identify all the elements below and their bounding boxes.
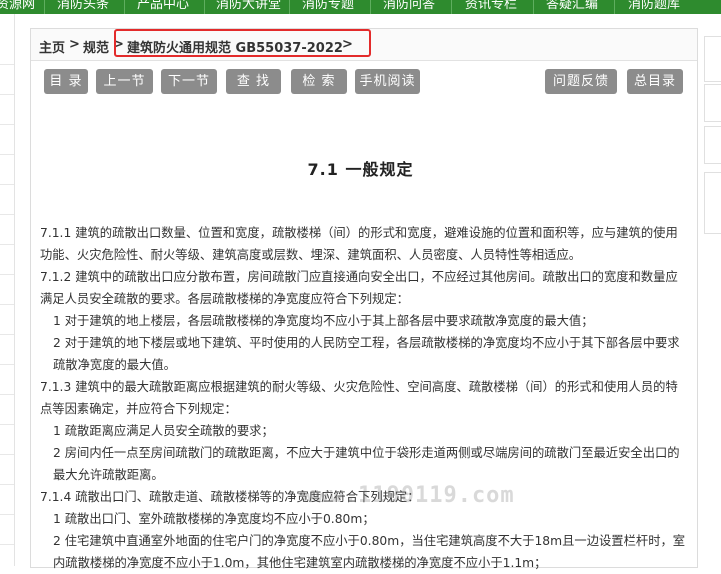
list-divider [0,544,14,545]
list-divider [0,244,14,245]
paragraph: 7.1.2 建筑中的疏散出口应分散布置，房间疏散门应直接通向安全出口，不应经过其… [40,270,678,306]
list-divider [0,334,14,335]
list-divider [0,424,14,425]
nav-separator [44,0,45,14]
list-divider [0,274,14,275]
paragraph: 2 房间内任一点至房间疏散门的疏散距离，不应大于建筑中位于袋形走道两侧或尽端房间… [53,446,680,482]
article-content: 7.1.1 建筑的疏散出口数量、位置和宽度，疏散楼梯（间）的形式和宽度，避难设施… [40,222,690,574]
nav-separator [451,0,452,14]
next-section-button[interactable]: 下一节 [161,69,217,94]
nav-item-headlines[interactable]: 消防头条 [57,0,109,14]
watermark: www.1190119.com [301,483,515,508]
list-divider [0,514,14,515]
paragraph: 2 住宅建筑中直通室外地面的住宅户门的净宽度不应小于0.80m，当住宅建筑高度不… [53,534,686,570]
right-sidebar-box[interactable] [704,36,721,82]
nav-item-qa[interactable]: 消防问答 [383,0,435,14]
search-button[interactable]: 检 索 [291,69,347,94]
breadcrumb-separator: > [69,37,80,52]
paragraph: 7.1.3 建筑中的最大疏散距离应根据建筑的耐火等级、火灾危险性、空间高度、疏散… [40,380,678,416]
breadcrumb-highlight [114,29,371,57]
contents-button[interactable]: 目 录 [44,69,88,94]
right-sidebar-box[interactable] [704,126,721,164]
prev-section-button[interactable]: 上一节 [96,69,153,94]
nav-separator [533,0,534,14]
nav-item-resources[interactable]: 资源网 [0,0,35,14]
list-divider [0,124,14,125]
nav-separator [289,0,290,14]
list-divider [0,184,14,185]
breadcrumb-category[interactable]: 规范 [83,37,109,56]
list-divider [0,94,14,95]
list-divider [0,154,14,155]
nav-separator [614,0,615,14]
section-title: 7.1 一般规定 [307,160,414,179]
nav-item-question-bank[interactable]: 消防题库 [628,0,680,14]
list-divider [0,214,14,215]
right-sidebar-box[interactable] [704,84,721,122]
nav-separator [204,0,205,14]
paragraph: 1 对于建筑的地上楼层，各层疏散楼梯的净宽度均不应小于其上部各层中要求疏散净宽度… [53,314,594,328]
find-button[interactable]: 查 找 [226,69,281,94]
nav-item-products[interactable]: 产品中心 [137,0,189,14]
left-sidebar [0,14,15,566]
list-divider [0,64,14,65]
nav-separator [370,0,371,14]
paragraph: 1 疏散出口门、室外疏散楼梯的净宽度均不应小于0.80m； [53,512,375,526]
breadcrumb-home[interactable]: 主页 [39,37,65,56]
mobile-reading-button[interactable]: 手机阅读 [355,69,420,94]
nav-item-columns[interactable]: 资讯专栏 [465,0,517,14]
list-divider [0,484,14,485]
paragraph: 7.1.1 建筑的疏散出口数量、位置和宽度，疏散楼梯（间）的形式和宽度，避难设施… [40,226,678,262]
index-button[interactable]: 总目录 [627,69,683,94]
list-divider [0,364,14,365]
nav-item-faq[interactable]: 答疑汇编 [546,0,598,14]
top-nav: 资源网 消防头条 产品中心 消防大讲堂 消防专题 消防问答 资讯专栏 答疑汇编 … [0,0,721,14]
nav-item-topics[interactable]: 消防专题 [302,0,354,14]
paragraph: 1 疏散距离应满足人员安全疏散的要求； [53,424,274,438]
right-sidebar-box[interactable] [704,172,721,234]
list-divider [0,454,14,455]
paragraph: 2 对于建筑的地下楼层或地下建筑、平时使用的人民防空工程，各层疏散楼梯的净宽度均… [53,336,680,372]
list-divider [0,304,14,305]
list-divider [0,394,14,395]
feedback-button[interactable]: 问题反馈 [545,69,617,94]
nav-item-lectures[interactable]: 消防大讲堂 [216,0,281,14]
toolbar: 目 录 上一节 下一节 查 找 检 索 手机阅读 问题反馈 总目录 [31,69,697,95]
nav-separator [124,0,125,14]
